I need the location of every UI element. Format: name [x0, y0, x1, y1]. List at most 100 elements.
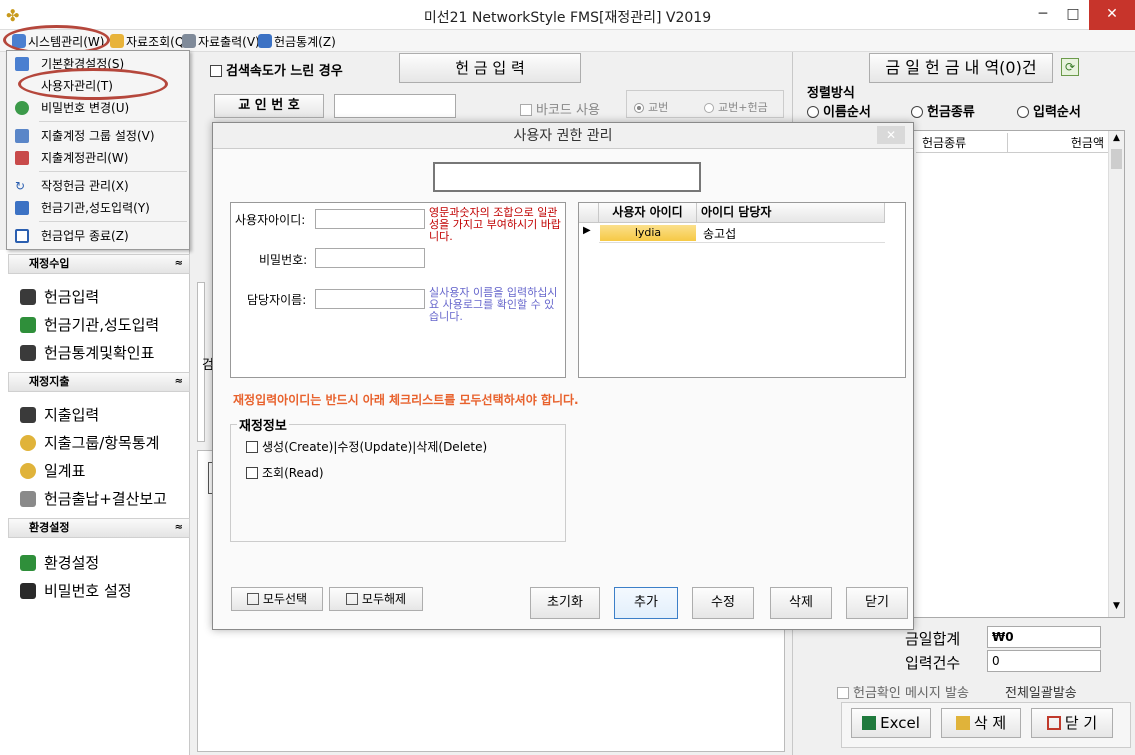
manager-name-input[interactable]: [315, 289, 425, 309]
dialog-top-input[interactable]: [433, 162, 701, 192]
menu-separator: [39, 221, 187, 222]
confirm-message-checkbox[interactable]: [837, 687, 849, 699]
list-scrollbar[interactable]: ▲ ▼: [1108, 131, 1124, 617]
grid-cell-manager[interactable]: 송고섭: [703, 225, 736, 242]
dialog-close-icon[interactable]: ✕: [877, 126, 905, 144]
scroll-thumb[interactable]: [1111, 149, 1122, 169]
offering-input-tab[interactable]: 헌 금 입 력: [399, 53, 581, 83]
barcode-option[interactable]: 바코드 사용: [520, 99, 600, 118]
grid-header-user-id[interactable]: 사용자 아이디: [599, 203, 697, 223]
user-id-input[interactable]: [315, 209, 425, 229]
deselect-all-button[interactable]: 모두해제: [329, 587, 423, 611]
sidebar-item-settings[interactable]: 환경설정: [20, 552, 99, 573]
sidebar-item-member-input[interactable]: 헌금기관,성도입력: [20, 314, 159, 335]
slow-search-option[interactable]: 검색속도가 느린 경우: [210, 60, 343, 79]
total-label: 금일합계: [905, 630, 961, 648]
user-id-hint: 영문과숫자의 조합으로 일관성을 가지고 부여하시기 바랍니다.: [429, 206, 561, 243]
bulk-send-button[interactable]: 전체일괄발송: [1005, 682, 1077, 701]
barcode-checkbox[interactable]: [520, 104, 532, 116]
menu-item-change-password[interactable]: 비밀번호 변경(U): [7, 97, 189, 119]
collapse-icon[interactable]: ≈: [175, 519, 183, 537]
reset-button[interactable]: 초기화: [530, 587, 600, 619]
sidebar-item-expense-group-stats[interactable]: 지출그룹/항목통계: [20, 432, 159, 453]
column-header-type[interactable]: 헌금종류: [916, 133, 1008, 153]
globe-icon: [15, 101, 29, 115]
menu-item-exit-offering[interactable]: 헌금업무 종료(Z): [7, 225, 189, 247]
crud-permission-option[interactable]: 생성(Create)|수정(Update)|삭제(Delete): [246, 438, 487, 455]
group-stats-icon: [20, 435, 36, 451]
sidebar-item-expense-input[interactable]: 지출입력: [20, 404, 99, 425]
count-value-field: 0: [987, 650, 1101, 672]
menu-data-print[interactable]: 자료출력(V): [182, 33, 260, 50]
read-permission-checkbox[interactable]: [246, 467, 258, 479]
printer-icon: [182, 34, 196, 48]
sort-by-type-radio[interactable]: [911, 106, 923, 118]
menu-offering-stats[interactable]: 헌금통계(Z): [258, 33, 336, 50]
menu-item-pledge-management[interactable]: ↻ 작정헌금 관리(X): [7, 175, 189, 197]
dialog-close-button[interactable]: 닫기: [846, 587, 908, 619]
window-title: 미선21 NetworkStyle FMS[재정관리] V2019: [423, 10, 712, 26]
radio-member-offering-dot[interactable]: [704, 103, 714, 113]
sidebar-item-daily-report[interactable]: 일계표: [20, 460, 85, 481]
offering-icon: [20, 289, 36, 305]
close-window-button[interactable]: ✕: [1089, 0, 1135, 30]
radio-member-number[interactable]: 교번: [634, 99, 668, 115]
grid-cell-user-id[interactable]: lydia: [600, 225, 696, 241]
sort-by-name-radio[interactable]: [807, 106, 819, 118]
sidebar-item-offering-stats[interactable]: 헌금통계및확인표: [20, 342, 154, 363]
expense-icon: [20, 407, 36, 423]
close-button[interactable]: 닫 기: [1031, 708, 1113, 738]
sort-by-input-radio[interactable]: [1017, 106, 1029, 118]
slow-search-checkbox[interactable]: [210, 65, 222, 77]
edit-button[interactable]: 수정: [692, 587, 754, 619]
password-input[interactable]: [315, 248, 425, 268]
member-number-input[interactable]: [334, 94, 456, 118]
menu-item-member-input[interactable]: 헌금기관,성도입력(Y): [7, 197, 189, 219]
sort-by-input[interactable]: 입력순서: [1017, 101, 1081, 120]
table-row[interactable]: lydia 송고섭: [599, 223, 885, 243]
scroll-down-icon[interactable]: ▼: [1109, 601, 1124, 611]
user-grid[interactable]: 사용자 아이디 아이디 담당자 ▶ lydia 송고섭: [578, 202, 906, 378]
scroll-up-icon[interactable]: ▲: [1109, 133, 1124, 143]
delete-icon: [955, 716, 970, 730]
user-form-panel: 사용자아이디: 영문과숫자의 조합으로 일관성을 가지고 부여하시기 바랍니다.…: [230, 202, 566, 378]
select-all-button[interactable]: 모두선택: [231, 587, 323, 611]
confirm-message-option[interactable]: 헌금확인 메시지 발송: [837, 682, 969, 701]
radio-member-number-dot[interactable]: [634, 103, 644, 113]
section-settings[interactable]: 환경설정 ≈: [8, 518, 190, 538]
delete-button[interactable]: 삭 제: [941, 708, 1021, 738]
grid-header-manager[interactable]: 아이디 담당자: [697, 203, 885, 223]
member-number-button[interactable]: 교 인 번 호: [214, 94, 324, 118]
sort-by-type[interactable]: 헌금종류: [911, 101, 975, 120]
sidebar-item-offering-input[interactable]: 헌금입력: [20, 286, 99, 307]
add-button[interactable]: 추가: [614, 587, 678, 619]
menu-data-query[interactable]: 자료조회(Q): [110, 33, 189, 50]
excel-button[interactable]: Excel: [851, 708, 931, 738]
checklist-icon: [246, 593, 259, 605]
sort-by-name[interactable]: 이름순서: [807, 101, 871, 120]
sidebar-item-settlement-report[interactable]: 헌금출납+결산보고: [20, 488, 167, 509]
dialog-title: 사용자 권한 관리: [513, 128, 613, 144]
crud-permission-checkbox[interactable]: [246, 441, 258, 453]
collapse-icon[interactable]: ≈: [175, 373, 183, 391]
menu-separator: [39, 171, 187, 172]
menu-separator: [39, 121, 187, 122]
sidebar-item-password-setting[interactable]: 비밀번호 설정: [20, 580, 132, 601]
menu-item-expense-group-settings[interactable]: 지출계정 그룹 설정(V): [7, 125, 189, 147]
sort-label: 정렬방식: [807, 86, 855, 101]
maximize-button[interactable]: □: [1058, 0, 1088, 30]
stats-icon: [258, 34, 272, 48]
count-label: 입력건수: [905, 654, 961, 672]
manager-name-hint: 실사용자 이름을 입력하십시요 사용로그를 확인할 수 있습니다.: [429, 286, 558, 323]
refresh-icon[interactable]: ⟳: [1061, 58, 1079, 76]
daily-report-icon: [20, 463, 36, 479]
section-finance-income[interactable]: 재정수입 ≈: [8, 254, 190, 274]
menu-item-expense-account[interactable]: 지출계정관리(W): [7, 147, 189, 169]
collapse-icon[interactable]: ≈: [175, 255, 183, 273]
section-finance-expense[interactable]: 재정지출 ≈: [8, 372, 190, 392]
minimize-button[interactable]: ─: [1028, 0, 1058, 30]
read-permission-option[interactable]: 조회(Read): [246, 464, 324, 481]
delete-user-button[interactable]: 삭제: [770, 587, 832, 619]
column-header-amount[interactable]: 헌금액: [1008, 133, 1108, 153]
radio-member-offering[interactable]: 교번+헌금: [704, 99, 768, 115]
